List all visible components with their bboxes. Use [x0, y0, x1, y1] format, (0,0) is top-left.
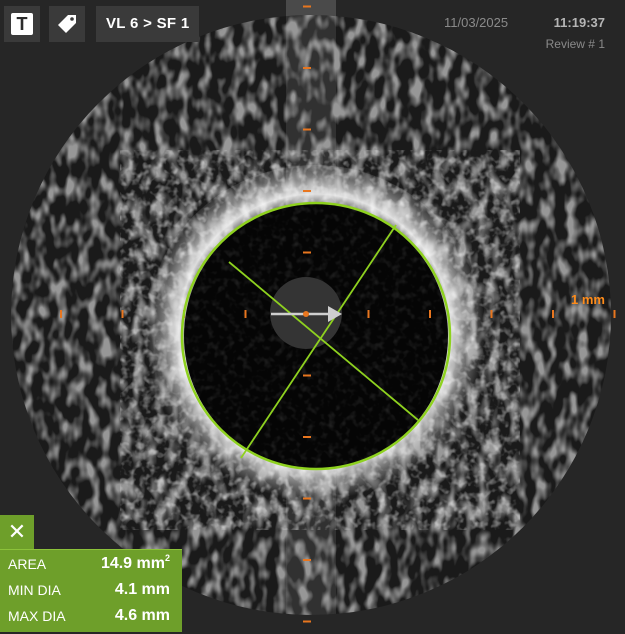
area-value-text: 14.9 mm	[100, 555, 165, 572]
tag-tool-button[interactable]	[49, 6, 85, 42]
scale-tick-vertical	[303, 5, 311, 8]
text-tool-icon: T	[11, 13, 33, 35]
scale-tick-horizontal	[60, 310, 62, 318]
min-dia-value: 4.1 mm	[114, 581, 170, 598]
scale-tick-vertical	[303, 251, 311, 254]
catheter-center-dot	[303, 311, 309, 317]
review-label: Review # 1	[545, 37, 605, 51]
tag-icon	[58, 15, 76, 33]
max-dia-value: 4.6 mm	[114, 607, 170, 624]
ivus-image[interactable]	[0, 0, 625, 634]
scale-tick-vertical	[303, 128, 311, 131]
area-unit-superscript: 2	[164, 553, 170, 563]
area-label: AREA	[8, 556, 47, 572]
min-dia-label: MIN DIA	[8, 582, 61, 598]
min-dia-row: MIN DIA 4.1 mm	[8, 578, 170, 602]
scale-tick-vertical	[303, 559, 311, 561]
date-label: 11/03/2025	[444, 15, 509, 30]
scale-tick-vertical	[303, 67, 311, 69]
scale-tick-horizontal	[367, 310, 370, 318]
scale-tick-horizontal	[121, 310, 124, 318]
time-label: 11:19:37	[553, 15, 605, 30]
scale-tick-horizontal	[244, 310, 247, 318]
scale-tick-horizontal	[613, 310, 616, 318]
scale-tick-vertical	[303, 620, 311, 623]
scale-tick-vertical	[303, 374, 311, 377]
area-value: 14.9 mm2	[101, 552, 170, 576]
scale-label: 1 mm	[571, 292, 605, 307]
area-row: AREA 14.9 mm2	[8, 552, 170, 576]
breadcrumb[interactable]: VL 6 > SF 1	[96, 6, 200, 42]
scale-tick-vertical	[303, 436, 311, 438]
scale-tick-horizontal	[429, 310, 431, 318]
text-tool-button[interactable]: T	[4, 6, 40, 42]
scale-tick-vertical	[303, 190, 311, 192]
scale-tick-horizontal	[552, 310, 554, 318]
measurement-panel: AREA 14.9 mm2 MIN DIA 4.1 mm MAX DIA 4.6…	[0, 549, 182, 632]
scale-tick-horizontal	[490, 310, 493, 318]
max-dia-label: MAX DIA	[8, 608, 66, 624]
close-measurement-button[interactable]: ✕	[0, 515, 34, 549]
scale-tick-vertical	[303, 497, 311, 500]
max-dia-row: MAX DIA 4.6 mm	[8, 604, 170, 628]
